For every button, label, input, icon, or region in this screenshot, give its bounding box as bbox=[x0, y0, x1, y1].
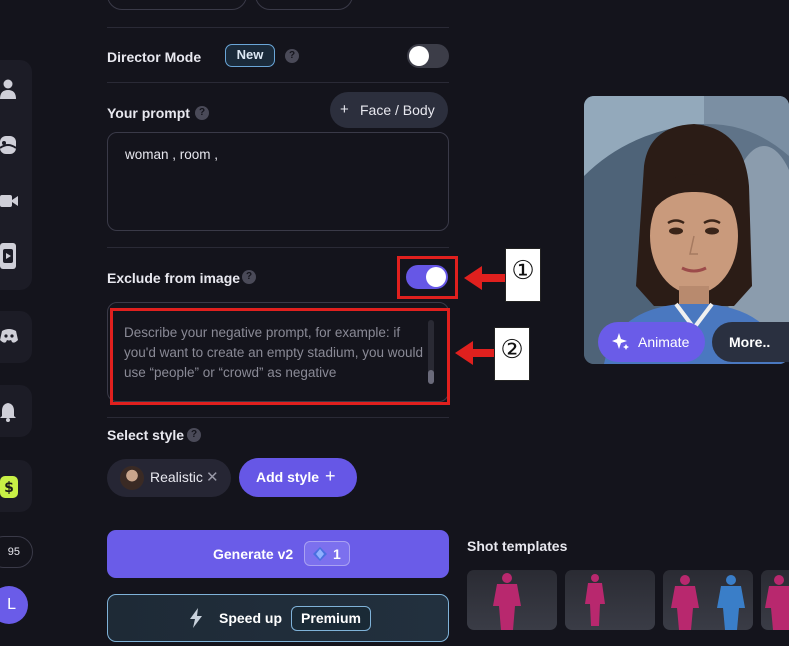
style-help-icon[interactable]: ? bbox=[187, 428, 201, 442]
shot-templates-title: Shot templates bbox=[467, 538, 568, 554]
svg-text:$: $ bbox=[4, 480, 14, 496]
add-style-button[interactable]: Add style + bbox=[239, 458, 357, 497]
divider bbox=[107, 27, 449, 28]
bell-icon[interactable] bbox=[0, 402, 16, 422]
divider bbox=[107, 247, 449, 248]
generate-button[interactable]: Generate v2 1 bbox=[107, 530, 449, 578]
sidebar: $ 95 L bbox=[0, 0, 44, 646]
sparkle-icon bbox=[612, 333, 629, 350]
style-chip-realistic[interactable]: Realistic ✕ bbox=[107, 459, 231, 497]
plus-icon: + bbox=[325, 466, 336, 486]
prompt-help-icon[interactable]: ? bbox=[195, 106, 209, 120]
annotation-marker-1: ① bbox=[505, 248, 541, 302]
prompt-label: Your prompt bbox=[107, 105, 190, 121]
divider bbox=[107, 417, 449, 418]
face-icon[interactable] bbox=[0, 135, 16, 154]
annotation-marker-2: ② bbox=[494, 327, 530, 381]
pose-figure-icon bbox=[493, 573, 521, 630]
animate-button[interactable]: Animate bbox=[598, 322, 705, 362]
face-body-button[interactable]: + Face / Body bbox=[330, 92, 448, 128]
cost-badge: 1 bbox=[304, 541, 350, 566]
cost-value: 1 bbox=[333, 546, 341, 562]
shot-template-card[interactable] bbox=[761, 570, 789, 630]
gem-icon bbox=[313, 547, 327, 561]
style-chip-label: Realistic bbox=[150, 469, 203, 485]
new-badge: New bbox=[225, 44, 275, 67]
pose-figure-icon bbox=[671, 575, 745, 630]
speed-up-label: Speed up bbox=[219, 610, 283, 626]
annotation-box-2 bbox=[110, 308, 450, 405]
user-icon[interactable] bbox=[0, 79, 16, 99]
exclude-help-icon[interactable]: ? bbox=[242, 270, 256, 284]
shot-template-card[interactable] bbox=[565, 570, 655, 630]
pose-figure-icon bbox=[585, 574, 605, 626]
divider bbox=[107, 82, 449, 83]
shot-template-card[interactable] bbox=[663, 570, 753, 630]
lightning-icon bbox=[190, 608, 202, 628]
style-thumbnail bbox=[120, 466, 144, 490]
director-mode-label: Director Mode bbox=[107, 49, 202, 65]
top-option-pill-right[interactable] bbox=[255, 0, 353, 10]
face-body-label: Face / Body bbox=[360, 102, 435, 118]
prompt-input[interactable]: woman , room , bbox=[107, 132, 449, 231]
add-style-label: Add style bbox=[256, 469, 320, 485]
credits-counter: 95 bbox=[0, 536, 33, 568]
director-mode-help-icon[interactable]: ? bbox=[285, 49, 299, 63]
more-button[interactable]: More.. bbox=[712, 322, 789, 362]
annotation-arrow-2 bbox=[455, 341, 499, 365]
exclude-label: Exclude from image bbox=[107, 270, 241, 286]
top-option-pill-left[interactable] bbox=[107, 0, 247, 10]
director-mode-toggle[interactable] bbox=[407, 44, 449, 68]
media-icon[interactable] bbox=[0, 243, 16, 269]
shot-template-card[interactable] bbox=[467, 570, 557, 630]
avatar[interactable]: L bbox=[0, 586, 28, 624]
premium-badge: Premium bbox=[291, 606, 371, 631]
annotation-arrow-1 bbox=[464, 266, 508, 290]
plus-icon: + bbox=[340, 101, 349, 118]
generate-label: Generate v2 bbox=[213, 546, 294, 562]
toggle-knob bbox=[409, 46, 429, 66]
annotation-box-1 bbox=[397, 256, 458, 299]
close-icon[interactable]: ✕ bbox=[206, 468, 219, 486]
dollar-icon[interactable]: $ bbox=[0, 476, 18, 498]
video-icon[interactable] bbox=[0, 192, 18, 210]
pose-figure-icon bbox=[765, 575, 789, 630]
speed-up-button[interactable]: Speed up Premium bbox=[107, 594, 449, 642]
animate-label: Animate bbox=[638, 334, 690, 350]
discord-icon[interactable] bbox=[0, 328, 18, 346]
select-style-label: Select style bbox=[107, 427, 185, 443]
more-label: More.. bbox=[729, 334, 771, 350]
